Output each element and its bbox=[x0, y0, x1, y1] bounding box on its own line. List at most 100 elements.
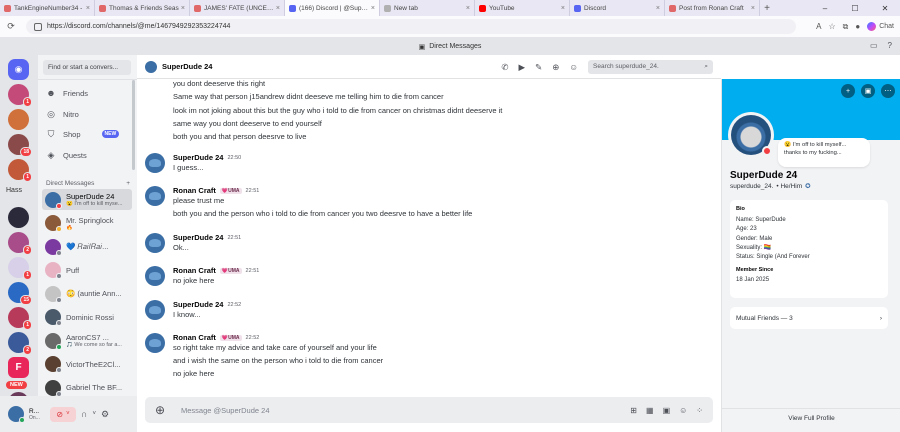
server-icon[interactable]: 2 bbox=[8, 232, 32, 255]
collections-icon[interactable]: ⧉ bbox=[843, 22, 849, 32]
dm-list-item[interactable]: 💙 𝑅𝑎𝑖𝑙𝑅𝑎𝑖... bbox=[42, 236, 132, 257]
dm-scrollbar[interactable] bbox=[132, 80, 135, 170]
browser-tab[interactable]: YouTube × bbox=[475, 0, 570, 16]
close-tab-icon[interactable]: × bbox=[561, 5, 565, 12]
nav-quests[interactable]: ◈ Quests bbox=[43, 145, 131, 165]
server-icon[interactable]: 1 bbox=[8, 159, 32, 182]
dm-list-item[interactable]: Puff bbox=[42, 260, 132, 281]
close-tab-icon[interactable]: × bbox=[656, 5, 660, 12]
author-name[interactable]: SuperDude 24 bbox=[173, 300, 223, 309]
dm-list-item[interactable]: VictorTheE2Cl... bbox=[42, 354, 132, 375]
server-tag-badge[interactable]: 💗UMA bbox=[219, 187, 242, 194]
browser-tab[interactable]: Thomas & Friends Seas × bbox=[95, 0, 190, 16]
profile-icon[interactable]: ● bbox=[855, 22, 860, 31]
gif-icon[interactable]: ▦ bbox=[646, 406, 654, 415]
chat-header-name[interactable]: SuperDude 24 bbox=[162, 62, 212, 71]
mutual-friends-button[interactable]: Mutual Friends — 3 › bbox=[730, 307, 888, 329]
nav-friends[interactable]: ☻ Friends bbox=[43, 83, 131, 103]
message-input[interactable]: Message @SuperDude 24 bbox=[181, 406, 270, 415]
emoji-icon[interactable]: ☺ bbox=[679, 406, 687, 415]
server-icon[interactable]: F bbox=[8, 357, 29, 378]
profile-avatar[interactable] bbox=[728, 112, 774, 158]
author-avatar[interactable] bbox=[145, 333, 165, 353]
dm-list-item[interactable]: Gabriel The BF... bbox=[42, 377, 132, 398]
site-info-icon[interactable] bbox=[34, 22, 42, 31]
nav-shop[interactable]: ⛉ Shop NEW bbox=[43, 124, 131, 144]
maximize-button[interactable]: ☐ bbox=[840, 4, 870, 13]
author-avatar[interactable] bbox=[145, 153, 165, 173]
nav-nitro[interactable]: ◎ Nitro bbox=[43, 104, 131, 124]
mute-mic-button[interactable]: ⊘ ˅ bbox=[50, 406, 76, 422]
server-icon[interactable]: 15 bbox=[8, 282, 32, 305]
headphones-icon[interactable]: ∩ bbox=[81, 409, 87, 419]
add-friend-icon[interactable]: + bbox=[841, 84, 855, 98]
dm-list-item[interactable]: AaronCS7 ... 🎵 We come so far a... bbox=[42, 330, 132, 351]
browser-tab[interactable]: TankEngineNumber34 - × bbox=[0, 0, 95, 16]
help-icon[interactable]: ? bbox=[888, 41, 892, 50]
user-name-area[interactable]: R... On... bbox=[29, 408, 45, 421]
dm-list-item[interactable]: Dominic Rossi bbox=[42, 307, 132, 328]
author-avatar[interactable] bbox=[145, 233, 165, 253]
close-tab-icon[interactable]: × bbox=[466, 5, 470, 12]
server-icon[interactable] bbox=[8, 109, 29, 130]
more-options-icon[interactable]: ⋯ bbox=[881, 84, 895, 98]
author-name[interactable]: Ronan Craft bbox=[173, 186, 216, 195]
find-conversation-button[interactable]: Find or start a convers... bbox=[43, 60, 131, 75]
close-tab-icon[interactable]: × bbox=[86, 5, 90, 12]
close-window-button[interactable]: ✕ bbox=[870, 4, 900, 13]
home-button[interactable]: ◉ bbox=[8, 59, 29, 80]
browser-tab[interactable]: Discord × bbox=[570, 0, 665, 16]
message-composer[interactable]: ⊕ Message @SuperDude 24 ⊞ ▦ ▣ ☺ ⁘ bbox=[145, 397, 713, 423]
apps-icon[interactable]: ⁘ bbox=[696, 406, 703, 415]
gift-icon[interactable]: ▣ bbox=[861, 84, 875, 98]
server-icon[interactable]: 2 bbox=[8, 332, 32, 355]
dm-list-item[interactable]: Mr. Springlock 🔥 bbox=[42, 213, 132, 234]
server-tag-badge[interactable]: 💗UMA bbox=[219, 334, 242, 341]
author-name[interactable]: SuperDude 24 bbox=[173, 153, 223, 162]
pinned-messages-icon[interactable]: ✎ bbox=[535, 62, 542, 73]
new-tab-button[interactable]: + bbox=[760, 3, 774, 14]
browser-tab[interactable]: (166) Discord | @SuperD × bbox=[285, 0, 380, 16]
dm-list-item[interactable]: SuperDude 24 😮 I'm off to kill myse... bbox=[42, 189, 132, 210]
dm-list-item[interactable]: 😳 (auntie Ann... bbox=[42, 283, 132, 304]
server-icon[interactable] bbox=[8, 207, 29, 228]
user-profile-toggle-icon[interactable]: ☺ bbox=[569, 62, 578, 72]
refresh-icon[interactable]: ⟳ bbox=[4, 21, 18, 32]
author-name[interactable]: Ronan Craft bbox=[173, 333, 216, 342]
badge-icon[interactable]: ✪ bbox=[805, 182, 810, 190]
voice-call-icon[interactable]: ✆ bbox=[501, 62, 508, 73]
browser-tab[interactable]: New tab × bbox=[380, 0, 475, 16]
minimize-button[interactable]: – bbox=[810, 4, 840, 13]
favorite-star-icon[interactable]: ☆ bbox=[828, 22, 835, 31]
settings-gear-icon[interactable]: ⚙ bbox=[101, 409, 109, 420]
close-tab-icon[interactable]: × bbox=[181, 5, 185, 12]
video-call-icon[interactable]: ▶ bbox=[519, 62, 526, 73]
read-aloud-icon[interactable]: A bbox=[816, 22, 821, 31]
author-avatar[interactable] bbox=[145, 266, 165, 286]
sticker-icon[interactable]: ▣ bbox=[663, 406, 671, 415]
server-folder-hass[interactable]: Hass bbox=[6, 187, 22, 194]
author-name[interactable]: Ronan Craft bbox=[173, 266, 216, 275]
url-field[interactable]: https://discord.com/channels/@me/1467949… bbox=[26, 19, 796, 34]
close-tab-icon[interactable]: × bbox=[751, 5, 755, 12]
browser-tab[interactable]: JAMES' FATE (UNCENSO × bbox=[190, 0, 285, 16]
close-tab-icon[interactable]: × bbox=[276, 5, 280, 12]
author-name[interactable]: SuperDude 24 bbox=[173, 233, 223, 242]
add-attachment-button[interactable]: ⊕ bbox=[155, 403, 171, 417]
server-icon[interactable]: 1 bbox=[8, 257, 32, 280]
copilot-button[interactable]: Chat bbox=[867, 22, 894, 31]
user-avatar[interactable] bbox=[8, 406, 25, 423]
server-icon[interactable]: 18 bbox=[8, 134, 32, 157]
gift-icon[interactable]: ⊞ bbox=[630, 406, 637, 415]
add-friends-to-dm-icon[interactable]: ⊕ bbox=[552, 62, 559, 73]
chevron-down-icon[interactable]: ˅ bbox=[92, 411, 96, 417]
inbox-icon[interactable]: ▭ bbox=[870, 41, 878, 50]
author-avatar[interactable] bbox=[145, 300, 165, 320]
create-dm-button[interactable]: + bbox=[126, 180, 130, 187]
browser-tab[interactable]: Post from Ronan Craft × bbox=[665, 0, 760, 16]
server-icon[interactable]: 1 bbox=[8, 307, 32, 330]
view-full-profile-button[interactable]: View Full Profile bbox=[722, 408, 900, 432]
server-icon[interactable]: 1 bbox=[8, 84, 32, 107]
author-avatar[interactable] bbox=[145, 186, 165, 206]
server-tag-badge[interactable]: 💗UMA bbox=[219, 267, 242, 274]
